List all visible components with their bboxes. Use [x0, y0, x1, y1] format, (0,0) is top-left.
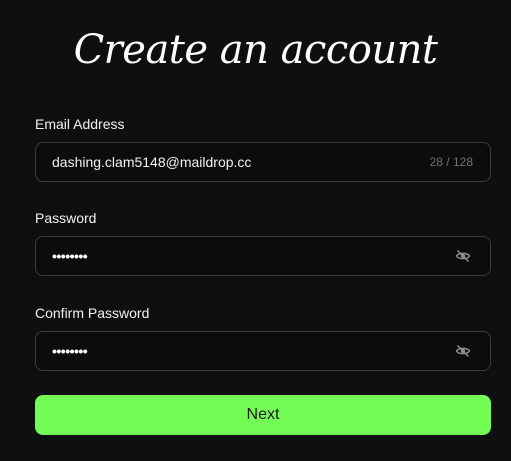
email-char-counter: 28 / 128	[429, 155, 473, 169]
eye-slash-icon[interactable]	[454, 342, 472, 360]
confirm-password-label: Confirm Password	[35, 305, 150, 321]
email-label: Email Address	[35, 116, 125, 132]
page-title: Create an account	[73, 27, 438, 73]
signup-page: Create an account Email Address dashing.…	[0, 0, 511, 461]
password-value[interactable]: ••••••••	[52, 248, 454, 264]
email-value[interactable]: dashing.clam5148@maildrop.cc	[52, 154, 430, 170]
password-label: Password	[35, 210, 97, 226]
next-button[interactable]: Next	[35, 395, 491, 435]
confirm-password-value[interactable]: ••••••••	[52, 343, 454, 359]
password-field[interactable]: ••••••••	[35, 236, 491, 276]
eye-slash-icon[interactable]	[454, 247, 472, 265]
confirm-password-field[interactable]: ••••••••	[35, 331, 491, 371]
email-field[interactable]: dashing.clam5148@maildrop.cc 28 / 128	[35, 142, 491, 182]
